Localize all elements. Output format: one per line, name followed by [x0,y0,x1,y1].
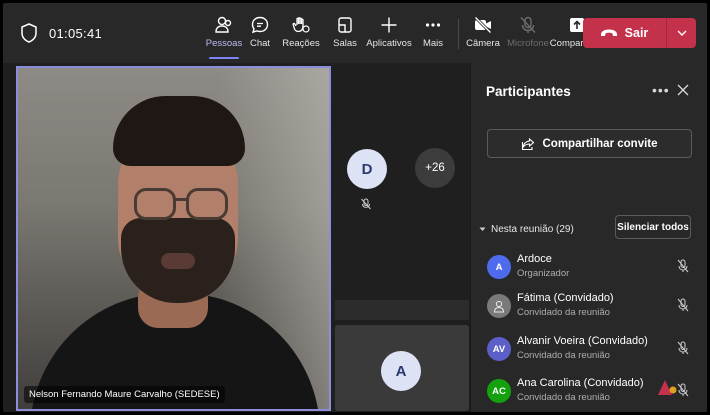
share-icon [522,137,535,150]
participant-avatar: AC [487,379,511,403]
meeting-toolbar: 01:05:41 Pessoas Chat Reações Salas Apli… [3,3,707,63]
glasses-right-lens [186,188,228,220]
reactions-button[interactable]: Reações [277,11,325,57]
speaker-hair [113,96,245,166]
mic-off-icon [677,341,689,355]
leave-options-button[interactable] [667,18,696,48]
glasses-bridge [174,198,188,201]
participant-avatar: A [487,255,511,279]
participants-panel: Participantes ••• Compartilhar convite N… [470,63,707,412]
rooms-label: Salas [333,38,357,49]
mic-off-icon [361,198,371,210]
share-invite-button[interactable]: Compartilhar convite [487,129,692,158]
participant-avatar [487,294,511,318]
participant-name: Alvanir Voeira (Convidado) [517,335,648,347]
toolbar-divider [458,19,459,49]
mic-button[interactable]: Microfone [503,11,553,57]
rooms-icon [338,17,352,33]
apps-label: Aplicativos [366,38,412,49]
share-invite-label: Compartilhar convite [542,137,658,150]
mic-off-icon [677,259,689,273]
leave-button-group: Sair [583,18,696,48]
logo-icon [658,380,677,395]
in-meeting-section-toggle[interactable]: Nesta reunião (29) [479,224,574,235]
reactions-label: Reações [282,38,320,49]
meeting-timer: 01:05:41 [49,26,103,41]
leave-button[interactable]: Sair [583,18,665,48]
mic-label: Microfone [507,38,549,49]
chevron-down-icon [677,30,686,36]
participant-item[interactable]: Fátima (Convidado) Convidado da reunião [485,290,695,324]
participant-avatar: AV [487,337,511,361]
raise-hand-icon [292,17,310,33]
more-label: Mais [422,38,444,49]
person-icon [493,300,505,312]
shield-icon [21,23,37,43]
participant-item[interactable]: AV Alvanir Voeira (Convidado) Convidado … [485,333,695,367]
mic-off-icon [677,383,689,397]
speaker-name-tag: Nelson Fernando Maure Carvalho (SEDESE) [24,386,225,403]
mic-off-icon [520,16,536,33]
participant-avatar-a: A [381,351,421,391]
mic-off-icon [677,298,689,312]
close-icon[interactable] [676,83,690,97]
participant-name: Ardoce [517,253,552,265]
people-icon [215,16,232,33]
leave-label: Sair [624,26,649,40]
mute-all-button[interactable]: Silenciar todos [615,215,691,239]
chevron-down-icon [479,227,486,231]
camera-label: Câmera [466,38,500,49]
rooms-button[interactable]: Salas [321,11,369,57]
participant-role: Convidado da reunião [517,392,610,403]
panel-more-options-icon[interactable]: ••• [652,82,670,98]
speaker-mouth [161,253,195,269]
participant-item[interactable]: A Ardoce Organizador [485,251,695,285]
section-label: Nesta reunião (29) [491,224,574,235]
glasses-left-lens [134,188,176,220]
hang-up-icon [600,29,617,36]
more-icon [425,23,441,27]
participant-name: Ana Carolina (Convidado) [517,377,644,389]
participant-avatar-d: D [347,149,387,189]
more-button[interactable]: Mais [409,11,457,57]
participant-item[interactable]: AC Ana Carolina (Convidado) Convidado da… [485,375,695,409]
main-speaker-video[interactable]: Nelson Fernando Maure Carvalho (SEDESE) [16,66,331,411]
participant-name: Fátima (Convidado) [517,292,614,304]
panel-title: Participantes [486,84,571,99]
camera-off-icon [474,16,492,34]
camera-button[interactable]: Câmera [461,11,505,57]
tile-strip [335,300,469,320]
plus-icon [381,17,397,33]
meeting-window: 01:05:41 Pessoas Chat Reações Salas Apli… [3,3,707,412]
participant-role: Organizador [517,268,570,279]
chat-icon [251,16,269,34]
overflow-participants-button[interactable]: +26 [415,148,455,188]
participant-role: Convidado da reunião [517,307,610,318]
apps-button[interactable]: Aplicativos [363,11,415,57]
participant-role: Convidado da reunião [517,350,610,361]
